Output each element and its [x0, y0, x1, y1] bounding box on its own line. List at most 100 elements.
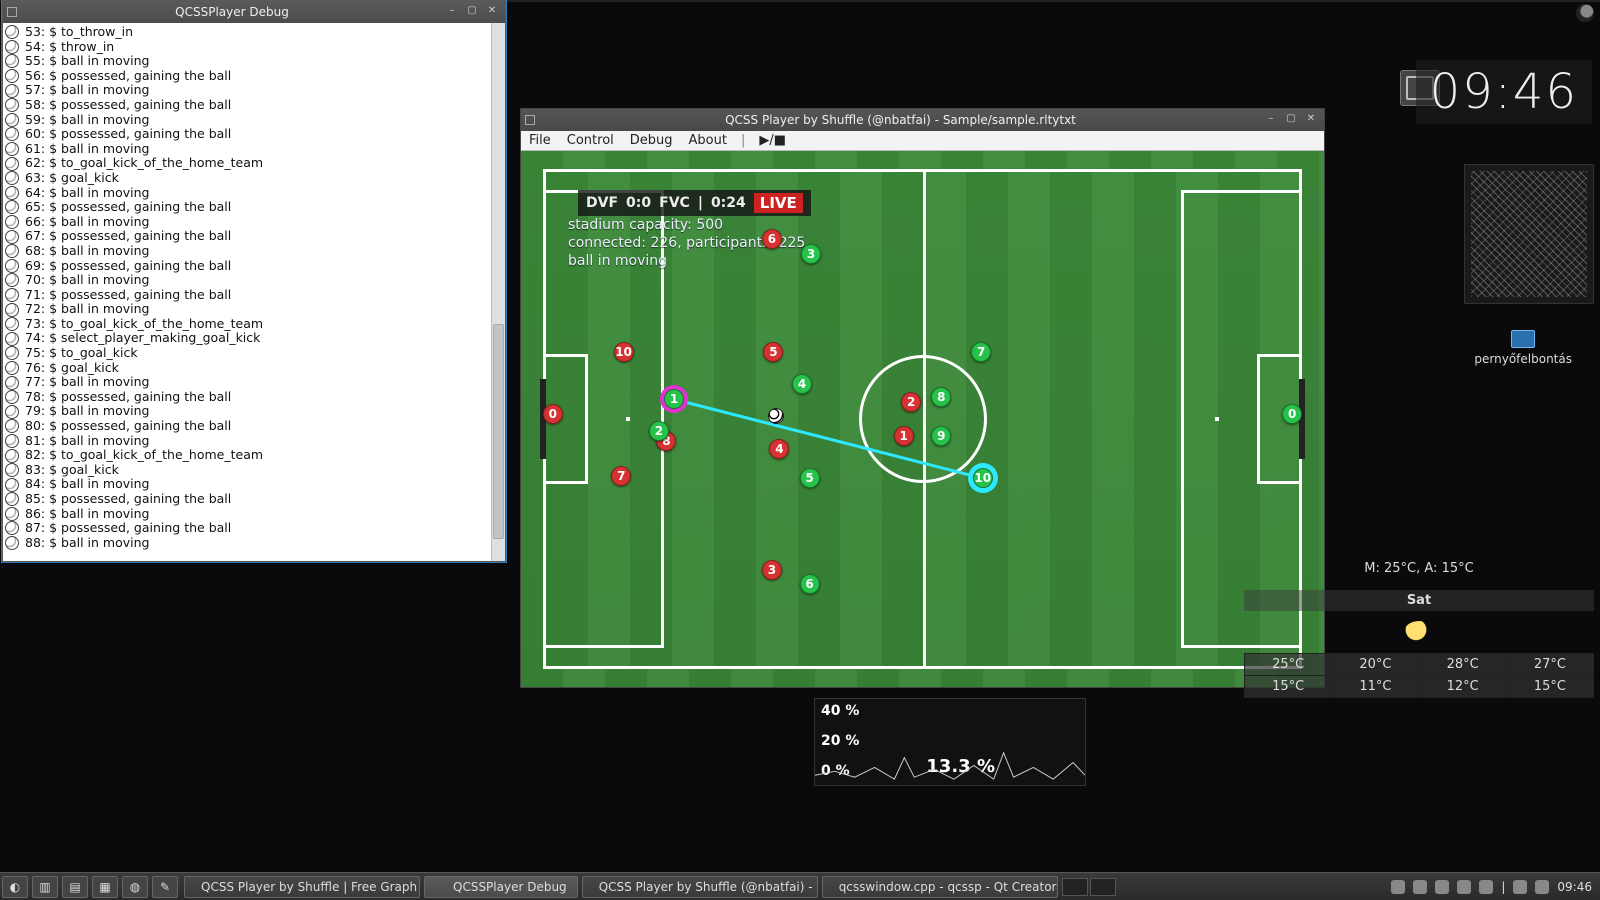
debug-entry-text: 82: $ to_goal_kick_of_the_home_team [25, 448, 263, 463]
debug-row[interactable]: 74: $ select_player_making_goal_kick [5, 331, 503, 346]
debug-row[interactable]: 73: $ to_goal_kick_of_the_home_team [5, 317, 503, 332]
pitch[interactable]: DVF 0:0 FVC | 0:24 LIVE stadium capacity… [543, 169, 1302, 669]
player-green-10[interactable]: 10 [973, 468, 993, 488]
debug-titlebar[interactable]: QCSSPlayer Debug – ▢ ✕ [3, 1, 505, 23]
launcher-icon[interactable]: ▦ [92, 876, 118, 898]
debug-row[interactable]: 86: $ ball in moving [5, 507, 503, 522]
player-red-4[interactable]: 4 [769, 439, 789, 459]
debug-list[interactable]: 53: $ to_throw_in54: $ throw_in55: $ bal… [3, 23, 505, 552]
minimize-button[interactable]: – [443, 5, 461, 19]
debug-row[interactable]: 84: $ ball in moving [5, 477, 503, 492]
player-green-6[interactable]: 6 [800, 574, 820, 594]
player-red-7[interactable]: 7 [611, 466, 631, 486]
debug-row[interactable]: 69: $ possessed, gaining the ball [5, 259, 503, 274]
player-green-7[interactable]: 7 [971, 342, 991, 362]
workspace-pager[interactable] [1062, 878, 1116, 896]
debug-row[interactable]: 80: $ possessed, gaining the ball [5, 419, 503, 434]
minimize-button[interactable]: – [1262, 113, 1280, 127]
debug-row[interactable]: 75: $ to_goal_kick [5, 346, 503, 361]
tray-icon[interactable] [1435, 880, 1449, 894]
volume-icon[interactable] [1535, 880, 1549, 894]
player-green-5[interactable]: 5 [800, 468, 820, 488]
taskbar-clock[interactable]: 09:46 [1557, 880, 1592, 894]
debug-row[interactable]: 66: $ ball in moving [5, 215, 503, 230]
debug-row[interactable]: 56: $ possessed, gaining the ball [5, 69, 503, 84]
debug-row[interactable]: 81: $ ball in moving [5, 434, 503, 449]
debug-row[interactable]: 55: $ ball in moving [5, 54, 503, 69]
debug-row[interactable]: 63: $ goal_kick [5, 171, 503, 186]
ball-icon [5, 259, 19, 273]
ball-icon [5, 521, 19, 535]
debug-row[interactable]: 58: $ possessed, gaining the ball [5, 98, 503, 113]
debug-row[interactable]: 79: $ ball in moving [5, 404, 503, 419]
debug-row[interactable]: 77: $ ball in moving [5, 375, 503, 390]
player-titlebar[interactable]: QCSS Player by Shuffle (@nbatfai) - Samp… [521, 109, 1324, 131]
debug-row[interactable]: 54: $ throw_in [5, 40, 503, 55]
menu-file[interactable]: File [521, 133, 559, 148]
menu-debug[interactable]: Debug [622, 133, 681, 148]
debug-row[interactable]: 70: $ ball in moving [5, 273, 503, 288]
player-red-2[interactable]: 2 [901, 392, 921, 412]
debug-row[interactable]: 87: $ possessed, gaining the ball [5, 521, 503, 536]
tray-icon[interactable] [1413, 880, 1427, 894]
player-red-0[interactable]: 0 [543, 404, 563, 424]
taskbar-task[interactable]: QCSS Player by Shuffle (@nbatfai) - [582, 876, 818, 898]
ball-icon [5, 434, 19, 448]
debug-row[interactable]: 59: $ ball in moving [5, 113, 503, 128]
maximize-button[interactable]: ▢ [463, 5, 481, 19]
player-red-5[interactable]: 5 [763, 342, 783, 362]
menu-about[interactable]: About [681, 133, 735, 148]
player-red-1[interactable]: 1 [894, 426, 914, 446]
launcher-icon[interactable]: ▥ [32, 876, 58, 898]
debug-row[interactable]: 57: $ ball in moving [5, 83, 503, 98]
debug-row[interactable]: 76: $ goal_kick [5, 361, 503, 376]
debug-entry-text: 71: $ possessed, gaining the ball [25, 288, 231, 303]
player-red-3[interactable]: 3 [762, 560, 782, 580]
desktop-shortcut[interactable]: pernyőfelbontás [1474, 330, 1572, 366]
debug-row[interactable]: 72: $ ball in moving [5, 302, 503, 317]
live-badge: LIVE [754, 193, 803, 213]
taskbar-task[interactable]: QCSSPlayer Debug [424, 876, 578, 898]
player-green-4[interactable]: 4 [792, 374, 812, 394]
debug-row[interactable]: 65: $ possessed, gaining the ball [5, 200, 503, 215]
debug-row[interactable]: 85: $ possessed, gaining the ball [5, 492, 503, 507]
close-button[interactable]: ✕ [483, 5, 501, 19]
scrollbar-thumb[interactable] [493, 324, 504, 539]
player-red-6[interactable]: 6 [762, 229, 782, 249]
player-green-8[interactable]: 8 [931, 387, 951, 407]
tray-icon[interactable] [1391, 880, 1405, 894]
maximize-button[interactable]: ▢ [1282, 113, 1300, 127]
tray-icon[interactable] [1457, 880, 1471, 894]
debug-row[interactable]: 78: $ possessed, gaining the ball [5, 390, 503, 405]
debug-row[interactable]: 64: $ ball in moving [5, 186, 503, 201]
tray-icon[interactable] [1479, 880, 1493, 894]
start-button[interactable]: ◐ [2, 876, 28, 898]
debug-row[interactable]: 62: $ to_goal_kick_of_the_home_team [5, 156, 503, 171]
play-stop-button[interactable]: ▶/■ [751, 133, 794, 148]
taskbar-task[interactable]: qcsswindow.cpp - qcssp - Qt Creator [822, 876, 1058, 898]
launcher-icon[interactable]: ✎ [152, 876, 178, 898]
player-green-1[interactable]: 1 [664, 389, 684, 409]
player-green-3[interactable]: 3 [801, 244, 821, 264]
debug-row[interactable]: 82: $ to_goal_kick_of_the_home_team [5, 448, 503, 463]
ball[interactable] [768, 408, 784, 424]
debug-row[interactable]: 67: $ possessed, gaining the ball [5, 229, 503, 244]
menu-control[interactable]: Control [559, 133, 622, 148]
forecast-low: 12°C [1419, 676, 1506, 698]
task-label: QCSS Player by Shuffle | Free Graph [201, 880, 417, 894]
launcher-icon[interactable]: ◍ [122, 876, 148, 898]
debug-row[interactable]: 60: $ possessed, gaining the ball [5, 127, 503, 142]
network-icon[interactable] [1513, 880, 1527, 894]
launcher-icon[interactable]: ▤ [62, 876, 88, 898]
player-red-10[interactable]: 10 [614, 342, 634, 362]
debug-row[interactable]: 61: $ ball in moving [5, 142, 503, 157]
debug-row[interactable]: 68: $ ball in moving [5, 244, 503, 259]
debug-row[interactable]: 53: $ to_throw_in [5, 25, 503, 40]
team-a: DVF [586, 195, 618, 211]
debug-row[interactable]: 83: $ goal_kick [5, 463, 503, 478]
close-button[interactable]: ✕ [1302, 113, 1320, 127]
debug-scrollbar[interactable] [491, 23, 505, 561]
taskbar-task[interactable]: QCSS Player by Shuffle | Free Graph [184, 876, 420, 898]
debug-row[interactable]: 71: $ possessed, gaining the ball [5, 288, 503, 303]
debug-row[interactable]: 88: $ ball in moving [5, 536, 503, 551]
